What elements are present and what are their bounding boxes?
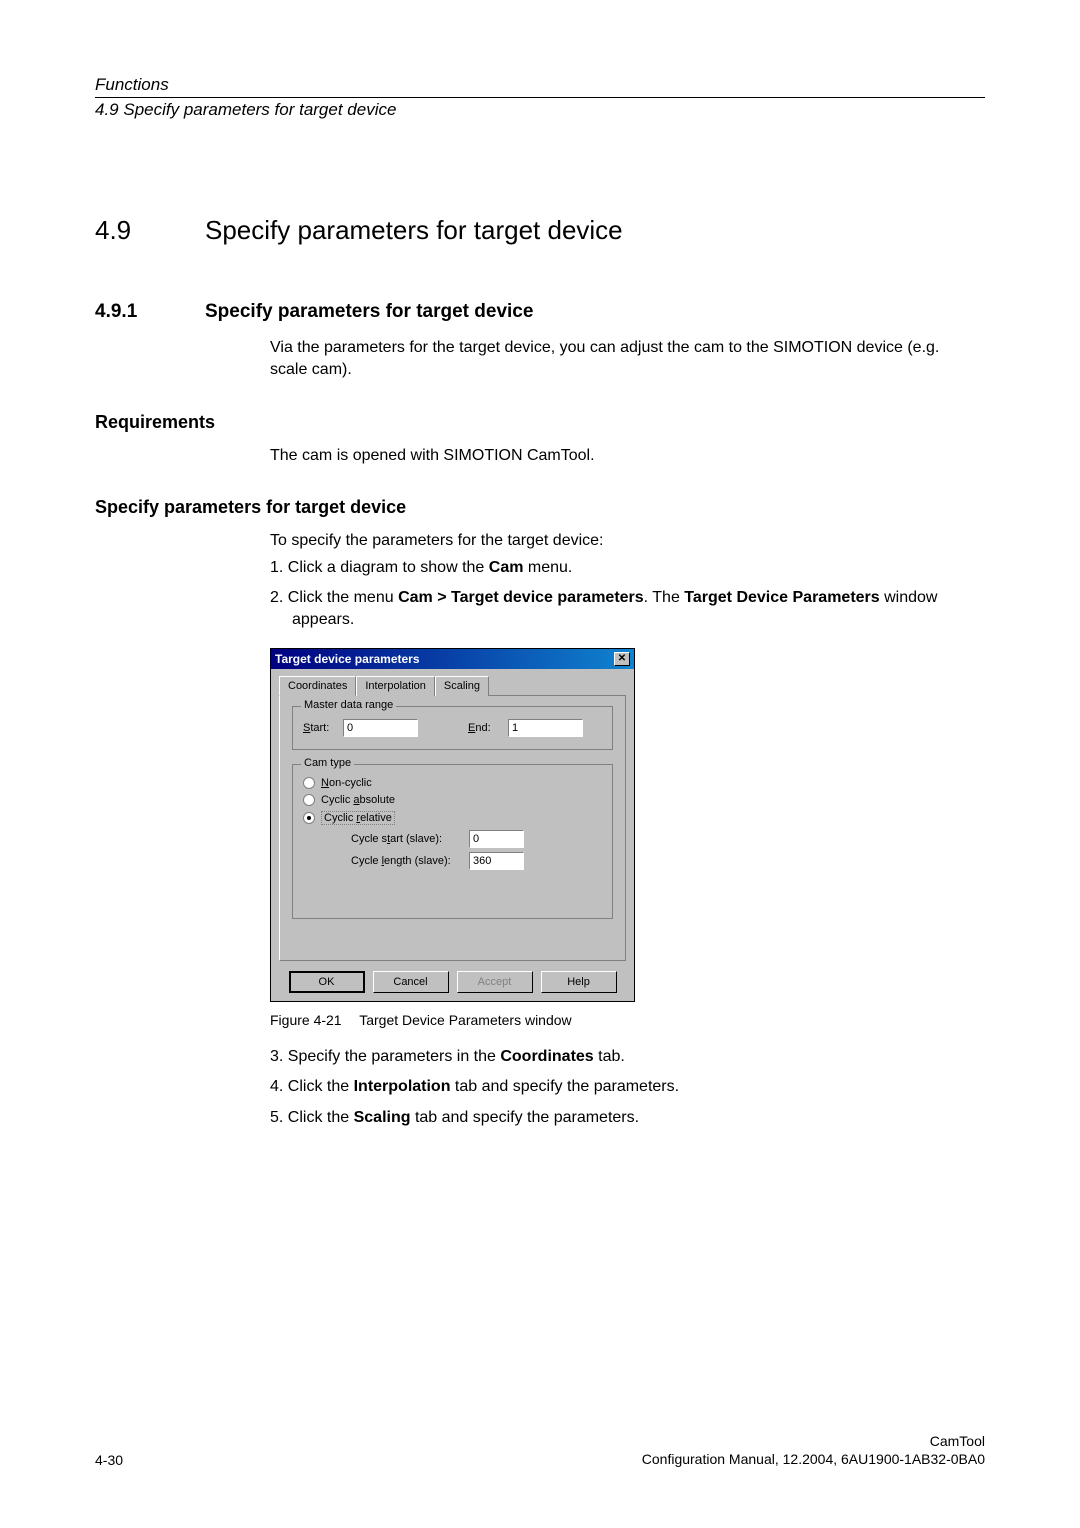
tab-coordinates[interactable]: Coordinates	[279, 676, 356, 696]
footer-product: CamTool	[642, 1432, 985, 1450]
end-label: End:	[468, 722, 508, 734]
target-device-parameters-dialog: Target device parameters ✕ Coordinates I…	[270, 648, 635, 1002]
header-rule	[95, 97, 985, 98]
dialog-body: Coordinates Interpolation Scaling Master…	[271, 669, 634, 1001]
footer-doc-id: Configuration Manual, 12.2004, 6AU1900-1…	[642, 1450, 985, 1468]
tab-panel-coordinates: Master data range Start: End: Cam type	[279, 696, 626, 961]
intro-paragraph: Via the parameters for the target device…	[270, 337, 945, 382]
dialog-title: Target device parameters	[275, 652, 420, 666]
group-cam-type: Cam type Non-cyclic Cyclic absolute Cycl…	[292, 764, 613, 919]
close-icon[interactable]: ✕	[614, 652, 630, 666]
heading-1: 4.9 Specify parameters for target device	[95, 215, 985, 246]
footer-right: CamTool Configuration Manual, 12.2004, 6…	[642, 1432, 985, 1468]
radio-cyclic-relative[interactable]: Cyclic relative	[303, 811, 602, 825]
steps-list-continued: 3. Specify the parameters in the Coordin…	[270, 1046, 945, 1129]
figure-text: Target Device Parameters window	[359, 1012, 571, 1028]
step-1: 1. Click a diagram to show the Cam menu.	[270, 557, 945, 579]
radio-cyclic-relative-label: Cyclic relative	[321, 811, 395, 825]
tab-scaling[interactable]: Scaling	[435, 676, 489, 696]
tab-strip: Coordinates Interpolation Scaling	[279, 675, 626, 696]
help-button[interactable]: Help	[541, 971, 617, 993]
requirements-text: The cam is opened with SIMOTION CamTool.	[270, 445, 945, 467]
radio-icon	[303, 777, 315, 789]
group-cam-legend: Cam type	[301, 757, 354, 769]
start-input[interactable]	[343, 719, 418, 737]
start-label: Start:	[303, 722, 343, 734]
radio-cyclic-absolute-label: Cyclic absolute	[321, 794, 395, 806]
radio-icon	[303, 794, 315, 806]
radio-non-cyclic-label: Non-cyclic	[321, 777, 372, 789]
page-header: Functions 4.9 Specify parameters for tar…	[95, 75, 985, 120]
header-title: Functions	[95, 75, 985, 95]
radio-non-cyclic[interactable]: Non-cyclic	[303, 777, 602, 789]
cycle-length-label: Cycle length (slave):	[351, 855, 469, 867]
dialog-button-row: OK Cancel Accept Help	[279, 971, 626, 993]
specify-label: Specify parameters for target device	[95, 497, 985, 518]
heading-1-text: Specify parameters for target device	[205, 215, 623, 246]
tab-interpolation[interactable]: Interpolation	[356, 676, 435, 696]
end-input[interactable]	[508, 719, 583, 737]
cycle-start-input[interactable]	[469, 830, 524, 848]
specify-intro: To specify the parameters for the target…	[270, 530, 945, 552]
figure-label: Figure 4-21	[270, 1012, 342, 1028]
heading-2-number: 4.9.1	[95, 301, 205, 323]
page-number: 4-30	[95, 1452, 123, 1468]
ok-button[interactable]: OK	[289, 971, 365, 993]
figure-caption: Figure 4-21 Target Device Parameters win…	[270, 1012, 985, 1028]
group-master-data-range: Master data range Start: End:	[292, 706, 613, 750]
heading-2-text: Specify parameters for target device	[205, 301, 533, 323]
step-5: 5. Click the Scaling tab and specify the…	[270, 1107, 945, 1129]
dialog-screenshot: Target device parameters ✕ Coordinates I…	[270, 648, 985, 1002]
steps-list: 1. Click a diagram to show the Cam menu.…	[270, 557, 945, 632]
heading-2: 4.9.1 Specify parameters for target devi…	[95, 301, 985, 323]
header-subtitle: 4.9 Specify parameters for target device	[95, 100, 985, 120]
step-2: 2. Click the menu Cam > Target device pa…	[270, 587, 945, 632]
cancel-button[interactable]: Cancel	[373, 971, 449, 993]
cycle-length-input[interactable]	[469, 852, 524, 870]
page-footer: 4-30 CamTool Configuration Manual, 12.20…	[95, 1432, 985, 1468]
main-content: 4.9 Specify parameters for target device…	[95, 215, 985, 1129]
cycle-start-row: Cycle start (slave):	[351, 830, 602, 848]
heading-1-number: 4.9	[95, 215, 205, 246]
radio-cyclic-absolute[interactable]: Cyclic absolute	[303, 794, 602, 806]
step-4: 4. Click the Interpolation tab and speci…	[270, 1076, 945, 1098]
cycle-start-label: Cycle start (slave):	[351, 833, 469, 845]
radio-icon	[303, 812, 315, 824]
step-3: 3. Specify the parameters in the Coordin…	[270, 1046, 945, 1068]
group-master-legend: Master data range	[301, 699, 396, 711]
requirements-label: Requirements	[95, 412, 985, 433]
cycle-length-row: Cycle length (slave):	[351, 852, 602, 870]
accept-button[interactable]: Accept	[457, 971, 533, 993]
dialog-titlebar[interactable]: Target device parameters ✕	[271, 649, 634, 669]
